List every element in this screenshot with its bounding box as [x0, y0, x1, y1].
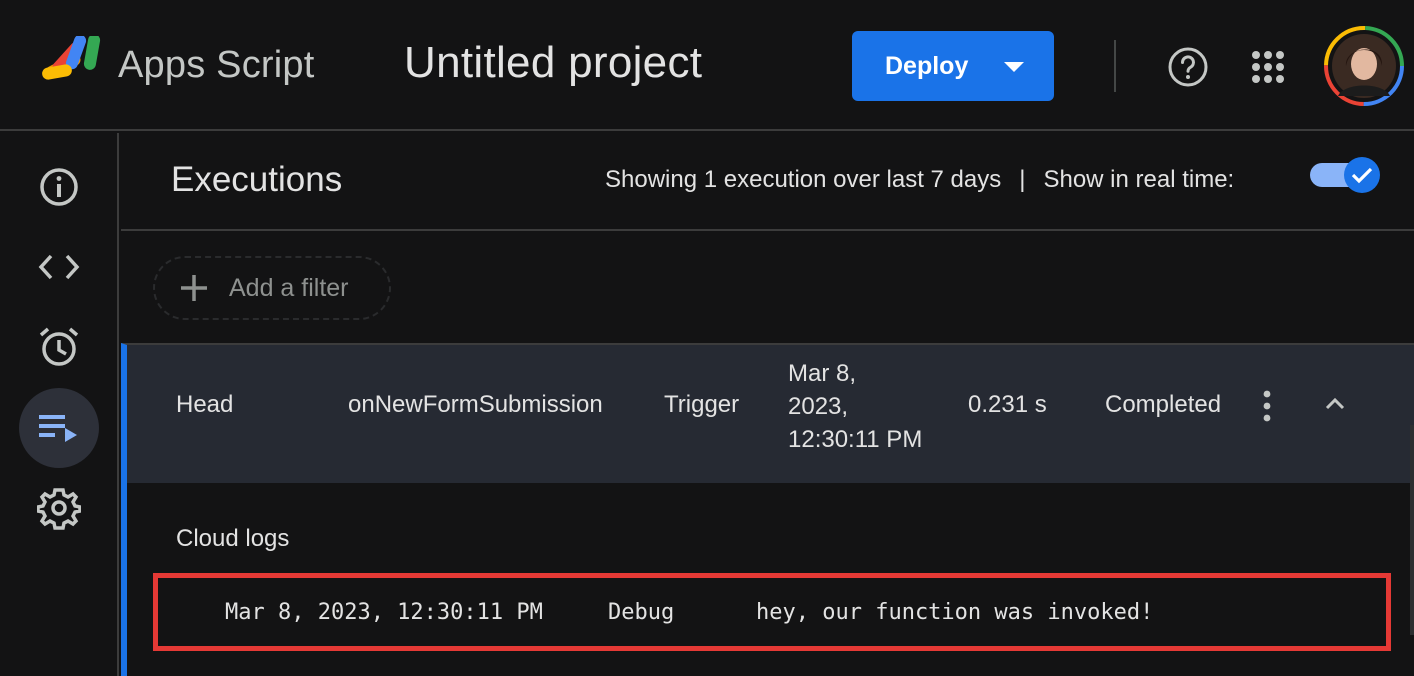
- deploy-button[interactable]: Deploy: [852, 31, 1054, 101]
- execution-details: Cloud logs Mar 8, 2023, 12:30:11 PM Debu…: [121, 483, 1414, 676]
- summary-separator: |: [1019, 166, 1026, 193]
- log-entry-highlight: Mar 8, 2023, 12:30:11 PM Debug hey, our …: [153, 573, 1391, 651]
- log-timestamp: Mar 8, 2023, 12:30:11 PM: [225, 600, 543, 625]
- log-severity: Debug: [608, 600, 675, 625]
- deployment-cell: Head: [176, 391, 234, 418]
- apps-grid-icon[interactable]: [1251, 50, 1285, 84]
- realtime-label: Show in real time:: [1043, 166, 1235, 193]
- date-line: Mar 8,: [788, 360, 857, 387]
- apps-script-logo[interactable]: [40, 36, 106, 92]
- execution-row[interactable]: Head onNewFormSubmission Trigger Mar 8, …: [121, 343, 1414, 483]
- alarm-icon: [39, 327, 79, 366]
- function-cell: onNewFormSubmission: [348, 391, 603, 418]
- project-title[interactable]: Untitled project: [404, 38, 702, 88]
- toggle-knob: [1344, 157, 1380, 193]
- nav-overview[interactable]: [19, 147, 99, 227]
- realtime-toggle[interactable]: [1310, 157, 1384, 193]
- header-divider: [1114, 40, 1116, 92]
- duration-cell: 0.231 s: [968, 391, 1047, 418]
- top-bar: Apps Script Untitled project Deploy: [0, 0, 1414, 131]
- nav-editor[interactable]: [19, 227, 99, 307]
- add-filter-button[interactable]: Add a filter: [153, 256, 391, 320]
- date-line: 2023,: [788, 393, 849, 420]
- executions-header: Executions Showing 1 execution over last…: [121, 133, 1414, 231]
- log-message: hey, our function was invoked!: [756, 600, 1154, 625]
- plus-icon: [181, 275, 207, 301]
- executions-summary: Showing 1 execution over last 7 days: [605, 166, 1002, 193]
- nav-settings[interactable]: [19, 468, 99, 548]
- date-line: 12:30:11 PM: [788, 426, 923, 453]
- status-cell: Completed: [1105, 391, 1222, 418]
- deploy-label: Deploy: [885, 51, 969, 80]
- gear-icon: [37, 488, 81, 530]
- executions-icon: [39, 415, 77, 442]
- checkmark-icon: [1351, 167, 1373, 184]
- info-icon: [40, 168, 78, 206]
- dropdown-caret-icon[interactable]: [1004, 62, 1024, 72]
- add-filter-label: Add a filter: [229, 273, 349, 302]
- cloud-logs-title: Cloud logs: [176, 525, 290, 552]
- code-icon: [38, 254, 80, 280]
- brand-name: Apps Script: [118, 44, 315, 86]
- help-circle-icon[interactable]: [1167, 46, 1209, 88]
- executions-summary-bar: Showing 1 execution over last 7 days | Sho…: [605, 166, 1234, 194]
- nav-triggers[interactable]: [19, 307, 99, 387]
- chevron-up-icon[interactable]: [1320, 393, 1350, 415]
- nav-executions[interactable]: [19, 388, 99, 468]
- start-time-cell: Mar 8, 2023, 12:30:11 PM: [788, 357, 938, 456]
- page-title: Executions: [171, 160, 343, 199]
- type-cell: Trigger: [664, 391, 740, 418]
- more-vert-icon[interactable]: [1260, 389, 1274, 423]
- user-avatar[interactable]: [1324, 26, 1404, 106]
- left-nav-rail: [0, 133, 119, 676]
- scrollbar[interactable]: [1410, 425, 1414, 635]
